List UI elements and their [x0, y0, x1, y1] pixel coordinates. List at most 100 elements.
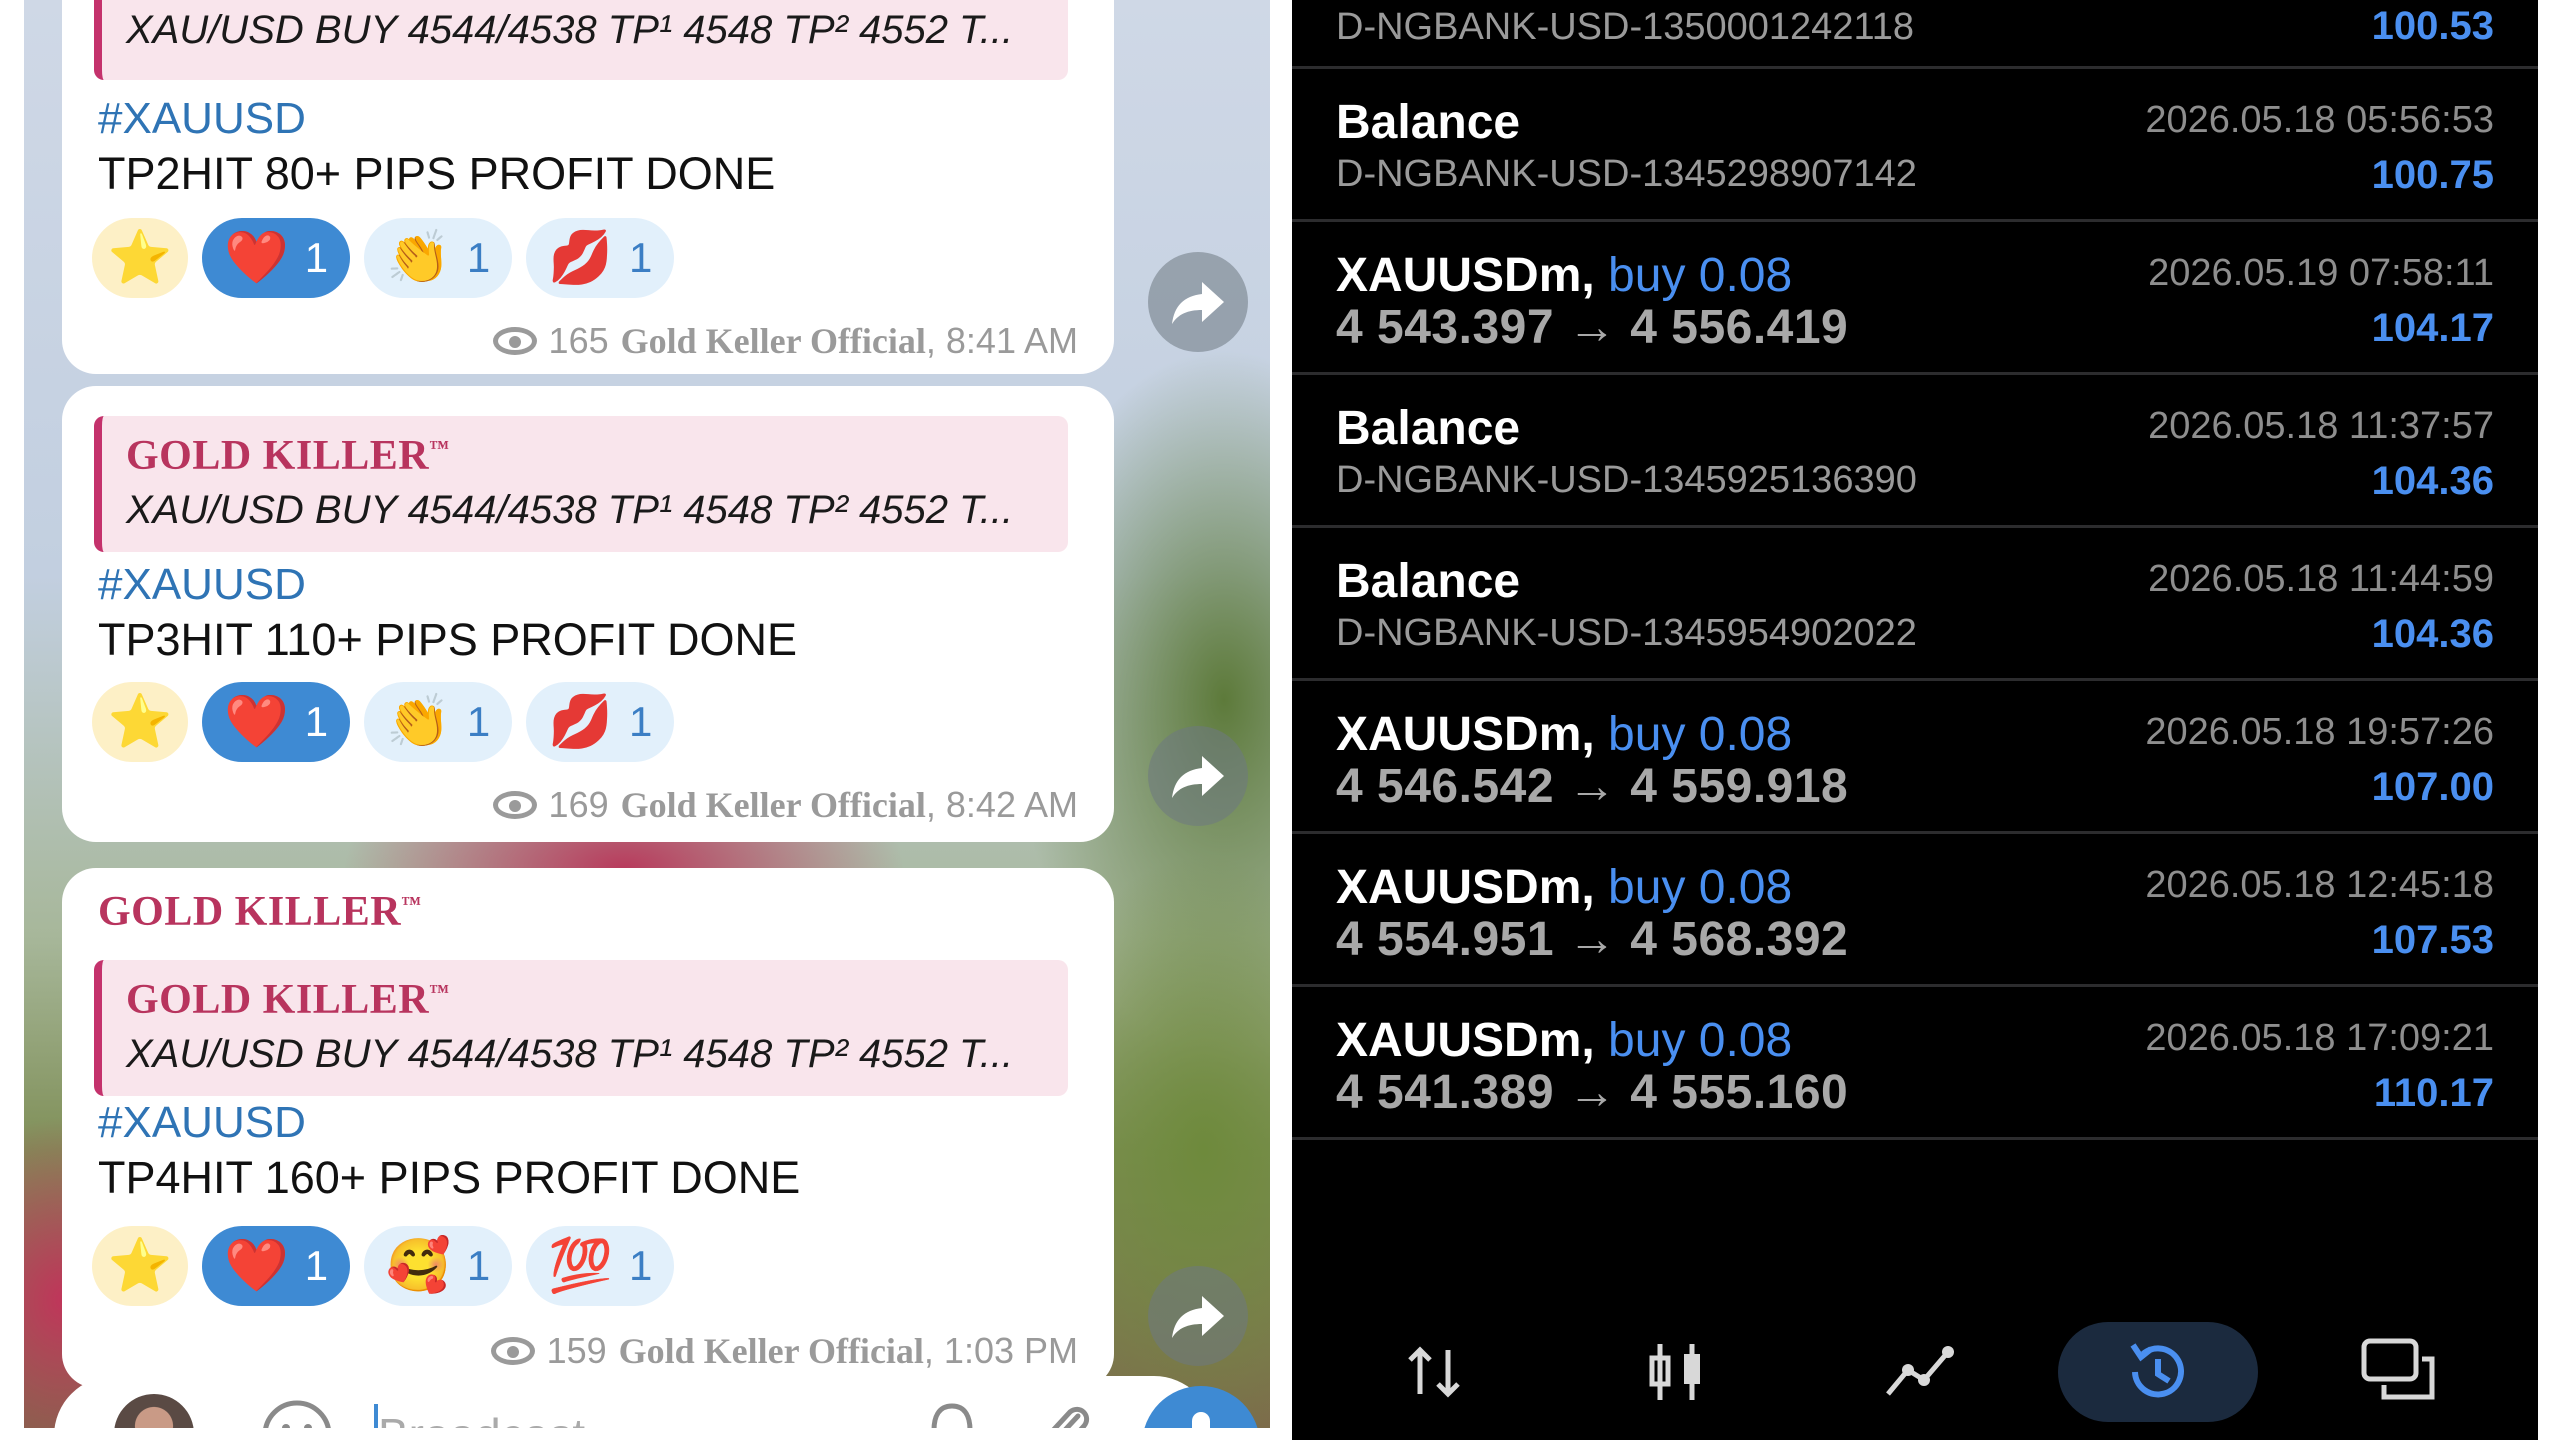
- history-row[interactable]: Balance D-NGBANK-USD-1345925136390 2026.…: [1292, 375, 2538, 528]
- forward-button[interactable]: [1148, 252, 1248, 352]
- reaction-kiss[interactable]: 💋 1: [526, 218, 675, 298]
- row-subtitle: D-NGBANK-USD-1345298907142: [1336, 153, 1917, 195]
- history-row[interactable]: Balance D-NGBANK-USD-1345954902022 2026.…: [1292, 528, 2538, 681]
- smiling-hearts-icon: 🥰: [386, 1237, 451, 1295]
- hashtag-link[interactable]: #XAUUSD: [98, 560, 306, 610]
- nav-trade[interactable]: [1818, 1322, 2018, 1422]
- nav-chart[interactable]: [1576, 1322, 1776, 1422]
- message-time: , 8:42 AM: [925, 784, 1078, 825]
- history-row[interactable]: XAUUSDm, buy 0.08 4 541.389 → 4 555.160 …: [1292, 987, 2538, 1140]
- reactions: ⭐ ❤️ 1 👏 1 💋 1: [92, 682, 675, 762]
- message-time: , 8:41 AM: [925, 320, 1078, 361]
- hashtag-link[interactable]: #XAUUSD: [98, 94, 306, 144]
- reaction-clap[interactable]: 👏 1: [364, 218, 513, 298]
- row-title: XAUUSDm, buy 0.08: [1336, 1014, 1793, 1067]
- reaction-star[interactable]: ⭐: [92, 218, 188, 298]
- star-icon: ⭐: [107, 229, 173, 287]
- history-row[interactable]: D-NGBANK-USD-1350001242118 100.53: [1292, 0, 2538, 69]
- row-date: 2026.05.18 19:57:26: [2145, 711, 2494, 753]
- kiss-icon: 💋: [548, 229, 613, 287]
- view-count: 165: [548, 320, 609, 361]
- reaction-star[interactable]: ⭐: [92, 1226, 188, 1306]
- heart-icon: ❤️: [224, 1237, 289, 1295]
- message-time: , 1:03 PM: [923, 1330, 1078, 1371]
- hundred-icon: 💯: [548, 1237, 613, 1295]
- row-date: 2026.05.18 05:56:53: [2145, 99, 2494, 141]
- reply-channel-name: GOLD KILLER™: [126, 977, 450, 1023]
- row-amount: 104.36: [2371, 612, 2494, 656]
- message-bubble[interactable]: GOLD KILLER™ XAU/USD BUY 4544/4538 TP¹ 4…: [62, 0, 1114, 374]
- history-row[interactable]: XAUUSDm, buy 0.08 4 543.397 → 4 556.419 …: [1292, 222, 2538, 375]
- views-icon: [492, 327, 537, 355]
- row-amount: 107.53: [2371, 918, 2494, 962]
- clap-icon: 👏: [386, 229, 451, 287]
- view-count: 159: [546, 1330, 607, 1371]
- reaction-kiss[interactable]: 💋 1: [526, 682, 675, 762]
- row-date: 2026.05.19 07:58:11: [2148, 252, 2494, 294]
- row-title: XAUUSDm, buy 0.08: [1336, 708, 1793, 761]
- row-prices: 4 543.397 → 4 556.419: [1336, 301, 1849, 354]
- row-title: XAUUSDm, buy 0.08: [1336, 249, 1793, 302]
- row-title: Balance: [1336, 96, 1521, 149]
- message-bubble[interactable]: GOLD KILLER™ XAU/USD BUY 4544/4538 TP¹ 4…: [62, 386, 1114, 842]
- message-text: TP4HIT 160+ PIPS PROFIT DONE: [98, 1152, 801, 1203]
- view-count: 169: [548, 784, 609, 825]
- kiss-icon: 💋: [548, 693, 613, 751]
- reaction-star[interactable]: ⭐: [92, 682, 188, 762]
- nav-history[interactable]: [2058, 1322, 2258, 1422]
- forward-icon: [1172, 1296, 1224, 1338]
- trade-icon: [1886, 1346, 1954, 1396]
- row-date: 2026.05.18 11:37:57: [2148, 405, 2494, 447]
- star-icon: ⭐: [107, 1237, 173, 1295]
- row-date: 2026.05.18 12:45:18: [2145, 864, 2494, 906]
- row-amount: 104.17: [2371, 306, 2494, 350]
- reaction-clap[interactable]: 👏 1: [364, 682, 513, 762]
- views-icon: [490, 1337, 535, 1365]
- message-meta: 169 Gold Keller Official, 8:42 AM: [492, 784, 1078, 826]
- reaction-smiling-hearts[interactable]: 🥰 1: [364, 1226, 513, 1306]
- hashtag-link[interactable]: #XAUUSD: [98, 1098, 306, 1148]
- reactions: ⭐ ❤️ 1 👏 1 💋 1: [92, 218, 675, 298]
- reply-text: XAU/USD BUY 4544/4538 TP¹ 4548 TP² 4552 …: [126, 488, 1014, 532]
- channel-name: GOLD KILLER™: [98, 889, 422, 935]
- row-date: 2026.05.18 11:44:59: [2148, 558, 2494, 600]
- reaction-heart[interactable]: ❤️ 1: [202, 218, 351, 298]
- reply-text: XAU/USD BUY 4544/4538 TP¹ 4548 TP² 4552 …: [126, 8, 1014, 52]
- views-icon: [492, 791, 537, 819]
- reaction-heart[interactable]: ❤️ 1: [202, 682, 351, 762]
- row-title: Balance: [1336, 402, 1521, 455]
- message-bubble[interactable]: GOLD KILLER™ GOLD KILLER™ XAU/USD BUY 45…: [62, 868, 1114, 1388]
- star-icon: ⭐: [107, 693, 173, 751]
- forward-icon: [1172, 756, 1224, 798]
- reply-quote[interactable]: GOLD KILLER™ XAU/USD BUY 4544/4538 TP¹ 4…: [94, 416, 1068, 552]
- messages-icon: [2361, 1338, 2435, 1400]
- quotes-icon: [1408, 1346, 1460, 1398]
- heart-icon: ❤️: [224, 693, 289, 751]
- message-meta: 165 Gold Keller Official, 8:41 AM: [492, 320, 1078, 362]
- row-amount: 100.53: [2371, 4, 2494, 48]
- nav-quotes[interactable]: [1334, 1322, 1534, 1422]
- reply-quote[interactable]: GOLD KILLER™ XAU/USD BUY 4544/4538 TP¹ 4…: [94, 0, 1068, 80]
- reaction-hundred[interactable]: 💯 1: [526, 1226, 675, 1306]
- history-row[interactable]: XAUUSDm, buy 0.08 4 554.951 → 4 568.392 …: [1292, 834, 2538, 987]
- history-row[interactable]: Balance D-NGBANK-USD-1345298907142 2026.…: [1292, 69, 2538, 222]
- row-title: Balance: [1336, 555, 1521, 608]
- row-prices: 4 546.542 → 4 559.918: [1336, 760, 1849, 813]
- reply-quote[interactable]: GOLD KILLER™ XAU/USD BUY 4544/4538 TP¹ 4…: [94, 960, 1068, 1096]
- clap-icon: 👏: [386, 693, 451, 751]
- trade-history-view: D-NGBANK-USD-1350001242118 100.53 Balanc…: [1292, 0, 2538, 1440]
- divider: [0, 1428, 1270, 1440]
- author-name: Gold Keller Official: [620, 321, 926, 361]
- heart-icon: ❤️: [224, 229, 289, 287]
- row-prices: 4 554.951 → 4 568.392: [1336, 913, 1849, 966]
- reaction-heart[interactable]: ❤️ 1: [202, 1226, 351, 1306]
- nav-messages[interactable]: [2300, 1322, 2500, 1422]
- row-title: XAUUSDm, buy 0.08: [1336, 861, 1793, 914]
- forward-button[interactable]: [1148, 1266, 1248, 1366]
- forward-button[interactable]: [1148, 726, 1248, 826]
- row-subtitle: D-NGBANK-USD-1350001242118: [1336, 6, 1915, 48]
- history-row[interactable]: XAUUSDm, buy 0.08 4 546.542 → 4 559.918 …: [1292, 681, 2538, 834]
- reply-channel-name: GOLD KILLER™: [126, 433, 450, 479]
- forward-icon: [1172, 282, 1224, 324]
- message-text: TP3HIT 110+ PIPS PROFIT DONE: [98, 614, 797, 665]
